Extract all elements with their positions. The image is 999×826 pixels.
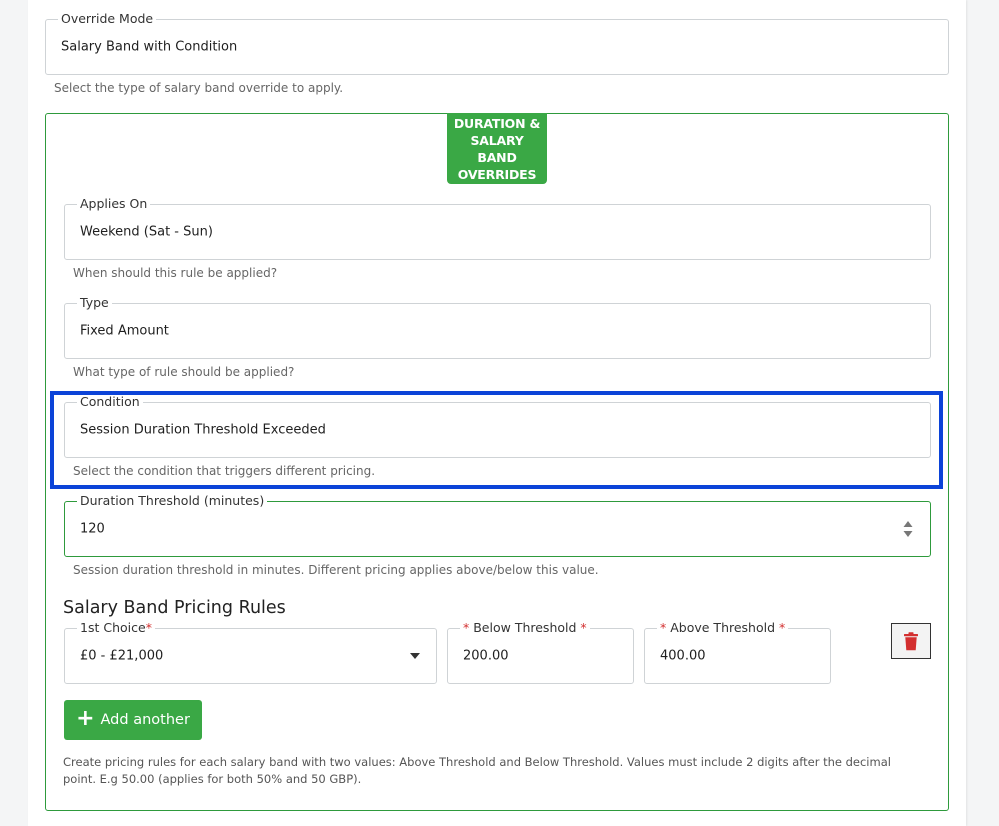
- type-value: Fixed Amount: [80, 323, 169, 339]
- pricing-rules-note: Create pricing rules for each salary ban…: [63, 755, 891, 786]
- first-choice-label: 1st Choice*: [77, 620, 155, 636]
- override-mode-label: Override Mode: [58, 11, 157, 27]
- applies-on-select[interactable]: Applies On Weekend (Sat - Sun): [64, 196, 931, 260]
- above-threshold-label: * Above Threshold *: [657, 620, 789, 636]
- add-another-button[interactable]: + Add another: [64, 700, 202, 740]
- below-threshold-input[interactable]: * Below Threshold * 200.00: [447, 620, 634, 684]
- override-mode-select[interactable]: Override Mode Salary Band with Condition: [45, 11, 949, 75]
- type-helper: What type of rule should be applied?: [73, 365, 295, 379]
- override-mode-value: Salary Band with Condition: [61, 39, 238, 55]
- add-another-label: Add another: [100, 712, 190, 728]
- pricing-rules-title: Salary Band Pricing Rules: [63, 598, 286, 618]
- plus-icon: +: [76, 706, 95, 731]
- duration-threshold-input[interactable]: Duration Threshold (minutes) 120: [64, 493, 931, 557]
- below-threshold-value: 200.00: [463, 648, 509, 664]
- below-threshold-label: * Below Threshold *: [460, 620, 590, 636]
- applies-on-helper: When should this rule be applied?: [73, 266, 278, 280]
- first-choice-value: £0 - £21,000: [80, 648, 164, 664]
- above-threshold-value: 400.00: [660, 648, 706, 664]
- override-mode-helper: Select the type of salary band override …: [54, 81, 344, 95]
- section-badge: DURATION & SALARY BAND OVERRIDES: [447, 113, 547, 184]
- applies-on-label: Applies On: [77, 196, 151, 212]
- condition-highlight-frame: [50, 391, 943, 489]
- applies-on-value: Weekend (Sat - Sun): [80, 224, 213, 240]
- duration-threshold-value: 120: [80, 521, 105, 537]
- trash-icon: [904, 631, 918, 650]
- first-choice-select[interactable]: 1st Choice* £0 - £21,000: [64, 620, 437, 684]
- type-label: Type: [77, 295, 112, 311]
- caret-down-icon[interactable]: [409, 652, 421, 660]
- delete-row-button[interactable]: [891, 623, 931, 659]
- duration-threshold-label: Duration Threshold (minutes): [77, 493, 268, 509]
- above-threshold-input[interactable]: * Above Threshold * 400.00: [644, 620, 831, 684]
- spinner-arrows-icon[interactable]: [903, 520, 913, 538]
- page-container: Override Mode Salary Band with Condition…: [28, 0, 966, 826]
- duration-threshold-helper: Session duration threshold in minutes. D…: [73, 563, 599, 577]
- type-select[interactable]: Type Fixed Amount: [64, 295, 931, 359]
